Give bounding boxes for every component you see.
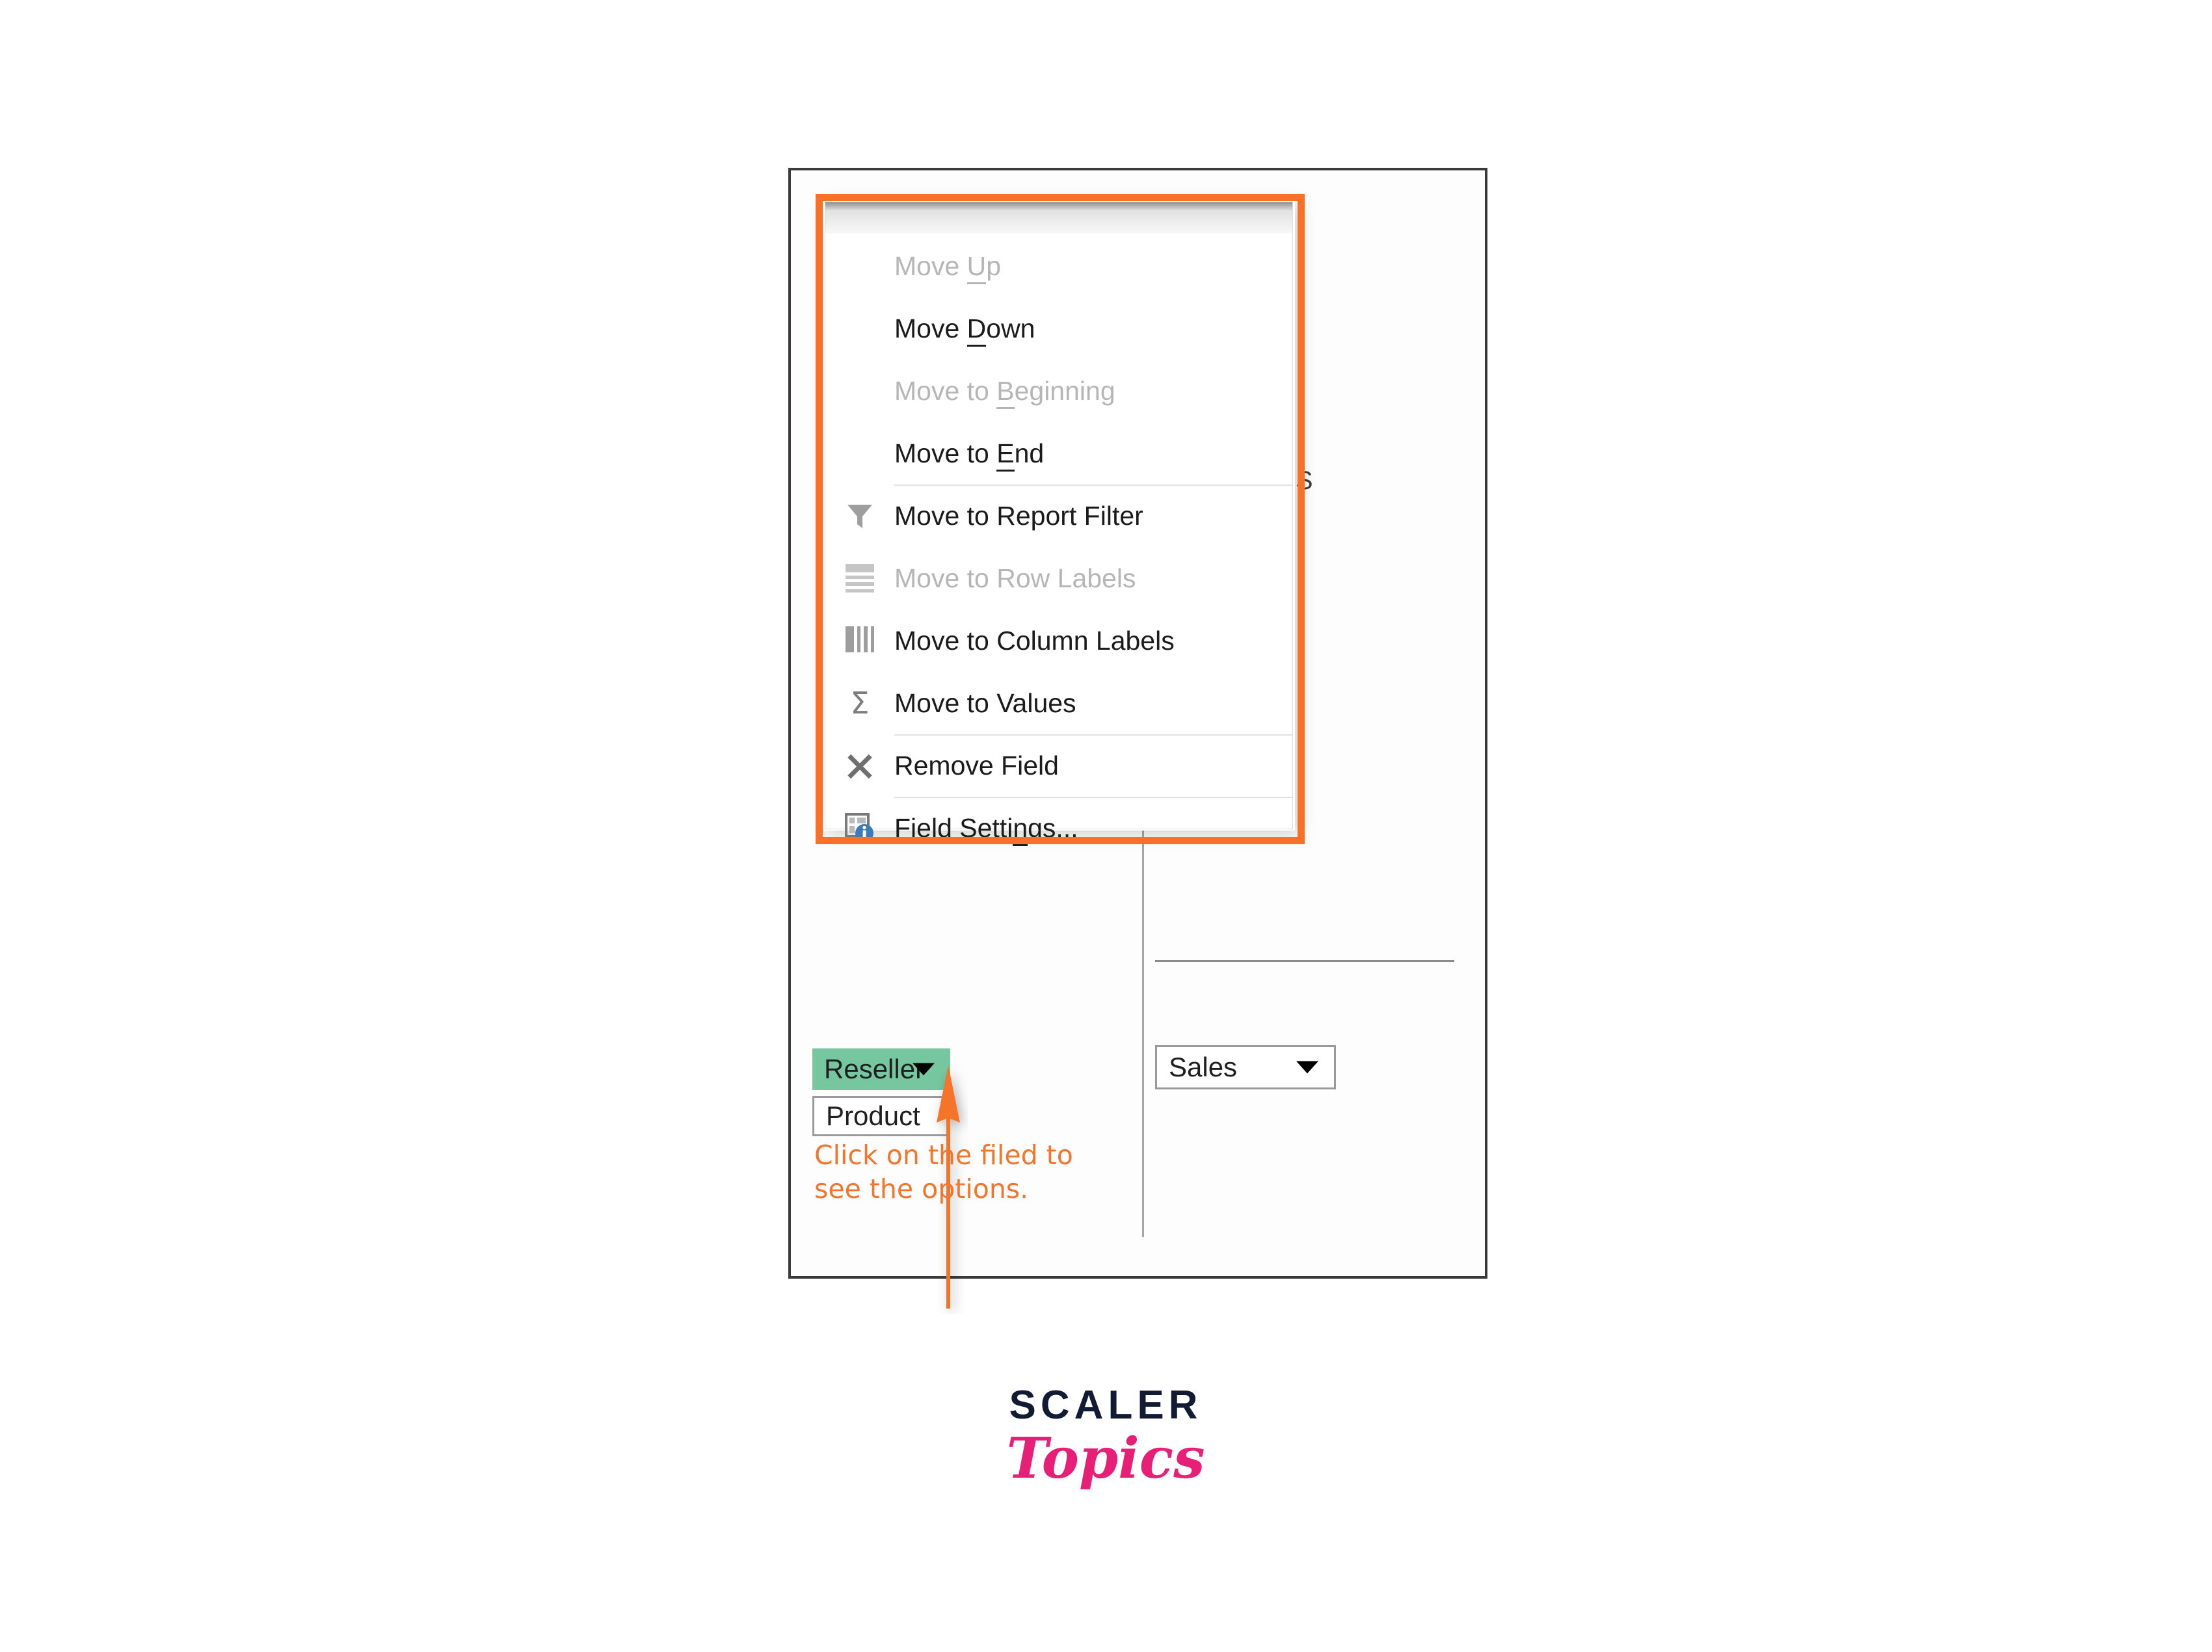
field-chip-product[interactable]: Product xyxy=(812,1096,950,1136)
menu-item-field-settings[interactable]: Field Settings... xyxy=(825,797,1292,859)
column-labels-icon xyxy=(825,609,894,672)
menu-top-strip-lower xyxy=(825,211,1292,233)
chevron-down-icon[interactable] xyxy=(913,1063,935,1076)
menu-item-label: Move to Report Filter xyxy=(894,500,1143,531)
menu-item-move-to-report-filter[interactable]: Move to Report Filter xyxy=(825,485,1292,547)
no-icon xyxy=(825,297,894,360)
close-x-icon xyxy=(825,734,894,797)
scaler-topics-logo: SCALER Topics xyxy=(995,1385,1216,1490)
field-settings-icon xyxy=(825,797,894,859)
pivot-field-context-menu[interactable]: Move Up Move Down Move to Beginning Move to… xyxy=(825,202,1293,846)
field-chip-label: Reseller xyxy=(824,1054,925,1084)
menu-item-label: Remove Field xyxy=(894,750,1059,780)
logo-primary-text: SCALER xyxy=(1009,1383,1203,1428)
menu-item-move-to-beginning: Move to Beginning xyxy=(825,360,1292,422)
menu-item-label: Move to Values xyxy=(894,687,1076,718)
menu-item-move-to-values[interactable]: Σ Move to Values xyxy=(825,672,1292,734)
menu-item-move-to-column-labels[interactable]: Move to Column Labels xyxy=(825,609,1292,672)
field-chip-label: Sales xyxy=(1169,1052,1238,1082)
menu-item-move-to-row-labels: Move to Row Labels xyxy=(825,547,1292,609)
menu-item-remove-field[interactable]: Remove Field xyxy=(825,734,1292,797)
menu-item-label: Move to End xyxy=(894,438,1044,472)
row-labels-icon xyxy=(825,547,894,609)
sigma-icon: Σ xyxy=(850,686,870,721)
menu-item-label: Move to Column Labels xyxy=(894,625,1175,656)
chevron-down-icon[interactable] xyxy=(1296,1061,1318,1074)
field-chip-sales[interactable]: Sales xyxy=(1155,1045,1336,1089)
menu-item-label: Move to Beginning xyxy=(894,375,1115,409)
values-pane-rule xyxy=(1155,960,1454,962)
annotation-caption: Click on the filed to see the options. xyxy=(814,1138,1113,1206)
menu-item-label: Move to Row Labels xyxy=(894,563,1136,593)
menu-item-move-up: Move Up xyxy=(825,235,1292,297)
annotation-line-2: see the options. xyxy=(814,1173,1029,1205)
field-chip-label: Product xyxy=(826,1100,920,1131)
no-icon xyxy=(825,235,894,297)
no-icon xyxy=(825,422,894,485)
field-chip-reseller[interactable]: Reseller xyxy=(812,1048,950,1090)
menu-item-move-to-end[interactable]: Move to End xyxy=(825,422,1292,485)
menu-item-label: Move Down xyxy=(894,313,1035,347)
annotation-line-1: Click on the filed to xyxy=(814,1139,1073,1171)
filter-icon xyxy=(825,485,894,547)
menu-item-label: Field Settings... xyxy=(894,812,1078,846)
no-icon xyxy=(825,360,894,422)
pivottable-fields-pane-screenshot: NS Reseller Product Sales Move UpMove Do… xyxy=(788,168,1487,1309)
logo-secondary-text: Topics xyxy=(1006,1426,1205,1491)
menu-item-label: Move Up xyxy=(894,250,1001,284)
context-menu-list: Move Up Move Down Move to Beginning Move to… xyxy=(825,235,1292,859)
menu-item-move-down[interactable]: Move Down xyxy=(825,297,1292,360)
menu-top-strip xyxy=(825,202,1292,211)
